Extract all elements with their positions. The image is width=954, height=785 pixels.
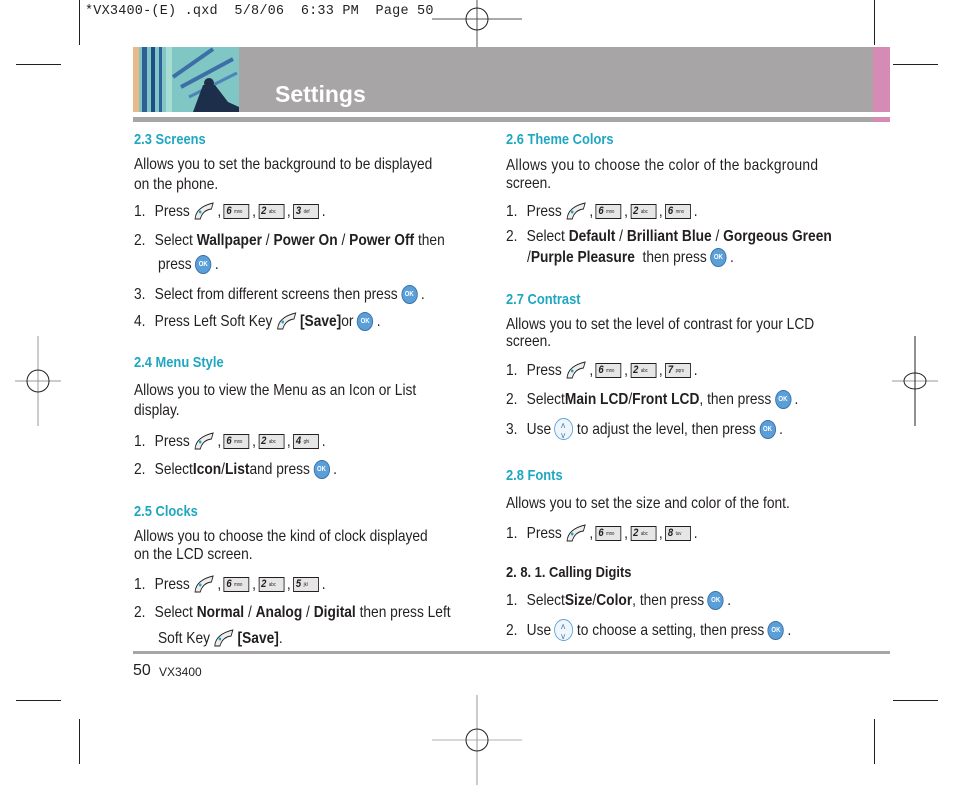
section-heading-clocks: 2.5 Clocks [134, 503, 198, 520]
left-soft-key-icon [194, 202, 214, 220]
left-soft-key-icon [566, 202, 586, 220]
section-tab [873, 47, 890, 112]
key-6-icon: 6 mno [665, 203, 692, 219]
step: 1. Press , 6 mno, 2 abc, 3 def. [134, 202, 326, 220]
step: 1. Press , 6 mno, 2 abc, 6 mno. [506, 202, 698, 220]
footer-rule [133, 651, 890, 654]
left-soft-key-icon [566, 524, 586, 542]
header-photo [133, 47, 239, 112]
key-6-icon: 6 mno [595, 525, 622, 541]
ok-key-icon: OK [707, 591, 724, 610]
ok-key-icon: OK [759, 419, 776, 439]
step: 1. Press , 6 mno, 2 abc, 4 ghi. [134, 432, 326, 450]
step-number: 1. [134, 202, 146, 220]
section-description: on the LCD screen. [134, 546, 253, 563]
crop-mark [874, 0, 875, 45]
header-rule [133, 117, 873, 122]
section-heading-theme-colors: 2.6 Theme Colors [506, 131, 614, 148]
section-description: screen. [506, 333, 552, 350]
crop-mark [874, 719, 875, 764]
step-continuation: / Purple Pleasure then press OK. [527, 248, 734, 267]
section-description: on the phone. [134, 176, 219, 193]
crop-mark [79, 0, 80, 45]
header-rule-accent [873, 117, 890, 122]
crop-mark [79, 719, 80, 764]
crop-mark [893, 64, 938, 65]
section-heading-fonts: 2.8 Fonts [506, 467, 563, 484]
step: 1. Press , 6 mno, 2 abc, 8 tuv. [506, 524, 698, 542]
section-heading-screens: 2.3 Screens [134, 131, 206, 148]
section-description: Allows you to set the level of contrast … [506, 316, 815, 333]
section-description: display. [134, 402, 180, 419]
key-6-icon: 6 mno [223, 576, 250, 592]
left-soft-key-icon [277, 312, 297, 330]
navigation-key-icon [554, 618, 574, 647]
section-description: Allows you to set the size and color of … [506, 495, 790, 512]
section-description: Allows you to view the Menu as an Icon o… [134, 382, 417, 399]
left-soft-key-icon [214, 629, 234, 647]
registration-mark-bottom [432, 695, 522, 785]
key-2-icon: 2 abc [258, 203, 285, 219]
left-soft-key-icon [194, 575, 214, 593]
key-2-icon: 2 abc [258, 433, 285, 449]
step: 1. Press , 6 mno, 2 abc, 5 jkl. [134, 575, 326, 593]
section-heading-menu-style: 2.4 Menu Style [134, 354, 224, 371]
registration-mark-right [892, 336, 938, 426]
step: 1. Press , 6 mno, 2 abc, 7 pqrs. [506, 361, 698, 379]
ok-key-icon: OK [767, 620, 785, 640]
key-8-icon: 8 tuv [665, 525, 692, 541]
ok-key-icon: OK [401, 285, 418, 304]
step: 2. Select Main LCD / Front LCD, then pres… [506, 390, 799, 409]
section-description: screen. [506, 175, 552, 192]
key-5-icon: 5 jkl [293, 576, 320, 592]
step-continuation: Soft Key [Save]. [158, 629, 283, 647]
registration-mark-left [15, 336, 61, 426]
step: 3.Use to adjust the level, then press OK… [506, 417, 783, 446]
ok-key-icon: OK [195, 255, 212, 274]
key-2-icon: 2 abc [630, 362, 657, 378]
step: 3. Select from different screens then pre… [134, 285, 425, 304]
step: 2. Select Default / Brilliant Blue / Gorg… [506, 228, 832, 245]
page-number: 50 [133, 662, 151, 679]
key-7-icon: 7 pqrs [665, 362, 692, 378]
ok-key-icon: OK [356, 311, 374, 331]
step: 2.Use to choose a setting, then pressOK. [506, 618, 791, 647]
crop-mark [16, 700, 61, 701]
ok-key-icon: OK [313, 460, 330, 479]
model-name: VX3400 [159, 665, 202, 679]
step-continuation: press OK. [158, 255, 219, 274]
print-slug: *VX3400-(E) .qxd 5/8/06 6:33 PM Page 50 [85, 4, 434, 19]
left-soft-key-icon [194, 432, 214, 450]
section-heading-contrast: 2.7 Contrast [506, 291, 581, 308]
section-description: Allows you to choose the color of the ba… [506, 157, 819, 174]
left-soft-key-icon [566, 361, 586, 379]
ok-key-icon: OK [774, 390, 792, 409]
key-3-icon: 3 def [293, 203, 320, 219]
page-title: Settings [275, 81, 366, 107]
key-6-icon: 6 mno [595, 203, 622, 219]
ok-key-icon: OK [710, 248, 727, 267]
section-description: Allows you to set the background to be d… [134, 156, 433, 173]
section-description: Allows you to choose the kind of clock d… [134, 528, 428, 545]
crop-mark [16, 64, 61, 65]
key-2-icon: 2 abc [630, 203, 657, 219]
navigation-key-icon [554, 417, 574, 446]
key-2-icon: 2 abc [258, 576, 285, 592]
step: 2. Select Normal / Analog / Digital then … [134, 604, 451, 621]
step-text: Press [154, 202, 190, 220]
step: 1. Select Size / Color, then press OK. [506, 591, 732, 610]
step: 2. Select Wallpaper / Power On / Power Of… [134, 232, 445, 249]
crop-mark [893, 700, 938, 701]
subsection-heading-calling-digits: 2. 8. 1. Calling Digits [506, 564, 632, 581]
key-4-icon: 4 ghi [293, 433, 320, 449]
key-6-icon: 6 mno [223, 433, 250, 449]
step: 2. Select Icon / List and press OK. [134, 460, 337, 479]
key-6-icon: 6 mno [223, 203, 250, 219]
key-2-icon: 2 abc [630, 525, 657, 541]
key-6-icon: 6 mno [595, 362, 622, 378]
step: 4. Press Left Soft Key [Save] or OK. [134, 311, 381, 331]
